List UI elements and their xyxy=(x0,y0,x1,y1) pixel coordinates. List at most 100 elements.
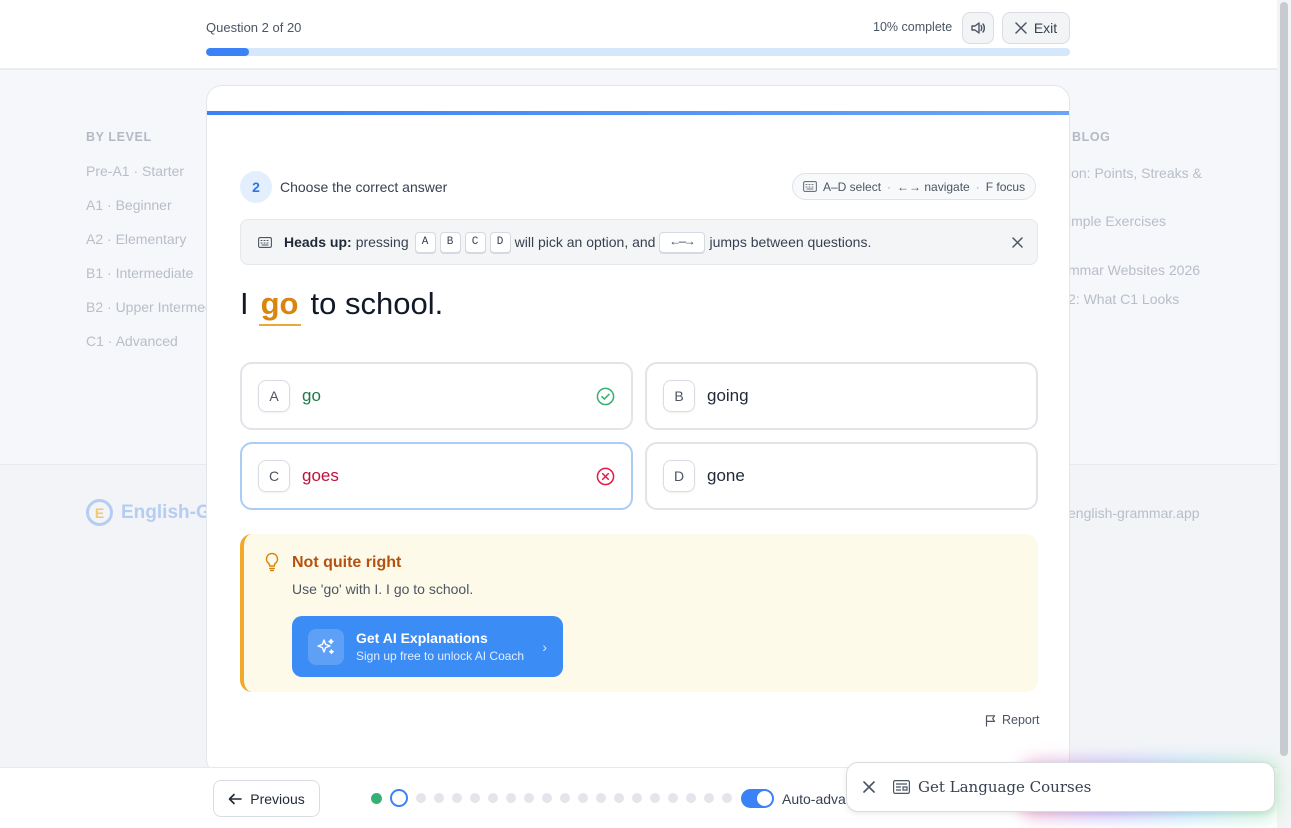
question-dot[interactable] xyxy=(371,792,382,804)
question-dot[interactable] xyxy=(578,793,588,803)
ai-button-subtitle: Sign up free to unlock AI Coach xyxy=(356,649,525,663)
question-dot[interactable] xyxy=(686,793,696,803)
site-logo[interactable]: E English-G xyxy=(86,499,211,526)
arrow-left-icon xyxy=(228,793,243,804)
question-dot[interactable] xyxy=(390,789,408,807)
blog-column: BLOG xyxy=(1072,130,1111,163)
close-icon xyxy=(863,781,875,793)
close-banner-button[interactable] xyxy=(863,781,875,793)
close-icon xyxy=(1012,236,1023,248)
dismiss-heads-up-button[interactable] xyxy=(1012,236,1023,248)
option-d[interactable]: D gone xyxy=(645,442,1038,510)
option-text: goes xyxy=(302,466,339,485)
language-courses-banner[interactable]: Get Language Courses xyxy=(846,762,1275,812)
progress-bar xyxy=(206,48,1070,56)
question-dot[interactable] xyxy=(506,793,516,803)
banner-text: Get Language Courses xyxy=(918,778,1092,796)
question-number-badge: 2 xyxy=(240,171,272,203)
question-dot[interactable] xyxy=(560,793,570,803)
blog-link[interactable]: imple Exercises xyxy=(1068,211,1202,231)
level-link[interactable]: C1 · Advanced xyxy=(86,333,213,367)
shortcut-select: A–D select xyxy=(823,179,882,194)
scrollbar-thumb[interactable] xyxy=(1280,2,1288,756)
percent-complete: 10% complete xyxy=(873,20,953,34)
option-letter: D xyxy=(663,460,695,492)
sound-button[interactable] xyxy=(962,12,994,44)
keyboard-icon xyxy=(258,236,272,248)
question-dot[interactable] xyxy=(704,793,714,803)
key-c: C xyxy=(464,231,486,253)
newspaper-icon xyxy=(893,780,910,794)
question-dot[interactable] xyxy=(596,793,606,803)
option-text: go xyxy=(302,386,321,405)
option-c[interactable]: C goes xyxy=(240,442,633,510)
question-dots xyxy=(371,789,732,807)
question-dot[interactable] xyxy=(632,793,642,803)
sentence-before: I xyxy=(240,286,249,321)
progress-fill xyxy=(206,48,250,56)
question-prompt: Choose the correct answer xyxy=(280,179,448,195)
previous-button[interactable]: Previous xyxy=(213,780,320,817)
option-a[interactable]: A go xyxy=(240,362,633,430)
get-ai-explanations-button[interactable]: Get AI Explanations Sign up free to unlo… xyxy=(292,616,563,677)
auto-advance-toggle[interactable] xyxy=(741,789,774,808)
auto-advance-label: Auto-adva xyxy=(782,791,846,807)
exit-label: Exit xyxy=(1033,20,1058,36)
level-link[interactable]: B1 · Intermediate xyxy=(86,265,213,299)
question-dot[interactable] xyxy=(488,793,498,803)
feedback-title: Not quite right xyxy=(292,554,402,571)
heads-up-label: Heads up: xyxy=(284,234,352,250)
question-dot[interactable] xyxy=(542,793,552,803)
blog-link[interactable]: 2: What C1 Looks xyxy=(1068,289,1202,309)
question-dot[interactable] xyxy=(452,793,462,803)
chevron-right-icon: › xyxy=(542,638,547,655)
heads-up-text: will pick an option, and xyxy=(514,234,656,250)
question-dot[interactable] xyxy=(614,793,624,803)
option-b[interactable]: B going xyxy=(645,362,1038,430)
scrollbar[interactable] xyxy=(1277,0,1291,828)
levels-column: BY LEVEL Pre-A1 · Starter A1 · Beginner … xyxy=(86,130,213,367)
level-link[interactable]: B2 · Upper Intermed xyxy=(86,299,213,333)
toggle-knob xyxy=(757,791,772,806)
quiz-header: Question 2 of 20 10% complete Exit xyxy=(0,0,1277,69)
question-dot[interactable] xyxy=(416,793,426,803)
keyboard-icon xyxy=(803,181,817,192)
blog-heading: BLOG xyxy=(1072,130,1111,144)
key-a: A xyxy=(414,231,436,253)
shortcut-focus: F focus xyxy=(985,179,1026,194)
footer-email[interactable]: english-grammar.app xyxy=(1068,505,1200,521)
card-accent-bar xyxy=(207,111,1069,115)
key-d: D xyxy=(489,231,511,253)
previous-label: Previous xyxy=(250,790,305,807)
shortcut-separator: · xyxy=(887,179,892,194)
speaker-icon xyxy=(971,22,986,34)
level-link[interactable]: A1 · Beginner xyxy=(86,197,213,231)
heads-up-text: jumps between questions. xyxy=(709,234,872,250)
question-sentence: I go to school. xyxy=(240,286,443,326)
feedback-explanation: Use 'go' with I. I go to school. xyxy=(292,581,474,597)
question-dot[interactable] xyxy=(668,793,678,803)
ai-button-text: Get AI Explanations Sign up free to unlo… xyxy=(356,630,524,663)
levels-heading: BY LEVEL xyxy=(86,130,152,144)
exit-button[interactable]: Exit xyxy=(1002,12,1070,44)
question-dot[interactable] xyxy=(470,793,480,803)
question-counter: Question 2 of 20 xyxy=(206,20,302,35)
question-card: 2 Choose the correct answer A–D select ·… xyxy=(206,85,1070,775)
question-dot[interactable] xyxy=(722,793,732,803)
blog-links: ion: Points, Streaks & imple Exercises m… xyxy=(1068,163,1202,309)
flag-icon xyxy=(985,714,996,726)
question-dot[interactable] xyxy=(434,793,444,803)
question-dot[interactable] xyxy=(650,793,660,803)
level-link[interactable]: Pre-A1 · Starter xyxy=(86,163,213,197)
level-link[interactable]: A2 · Elementary xyxy=(86,231,213,265)
option-text: going xyxy=(707,386,749,405)
ai-button-title: Get AI Explanations xyxy=(356,630,488,646)
report-label: Report xyxy=(1002,713,1040,727)
question-dot[interactable] xyxy=(524,793,534,803)
blog-link[interactable]: mmar Websites 2026 xyxy=(1068,260,1202,280)
shortcut-navigate: ←→ navigate xyxy=(897,179,970,194)
sparkles-icon xyxy=(308,628,344,665)
blog-link[interactable]: ion: Points, Streaks & xyxy=(1068,163,1202,183)
lightbulb-icon xyxy=(264,552,280,577)
report-button[interactable]: Report xyxy=(985,713,1040,727)
